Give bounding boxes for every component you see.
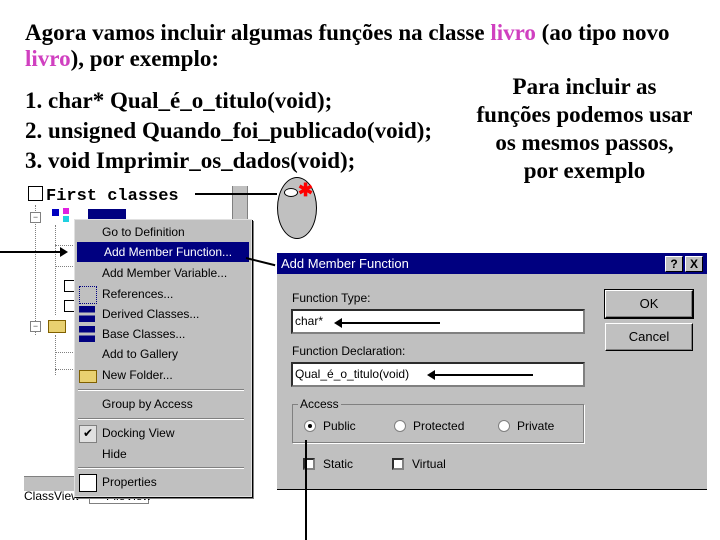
dialog-titlebar: Add Member Function ? X bbox=[277, 253, 707, 274]
menu-item-derived-classes[interactable]: Derived Classes... bbox=[75, 304, 247, 324]
base-classes-icon bbox=[79, 326, 95, 342]
menu-separator bbox=[78, 467, 244, 469]
menu-item-add-member-function[interactable]: Add Member Function... bbox=[77, 242, 249, 262]
menu-item-add-to-gallery[interactable]: Add to Gallery bbox=[75, 344, 247, 364]
new-folder-icon bbox=[79, 370, 97, 383]
tree-line bbox=[55, 245, 73, 246]
heading-text: ), por exemplo: bbox=[70, 46, 219, 71]
tree-root[interactable]: First classes bbox=[28, 186, 179, 206]
click-star-icon: ✱ bbox=[298, 180, 314, 200]
menu-item-properties[interactable]: Properties bbox=[75, 472, 247, 492]
static-label[interactable]: Static bbox=[323, 457, 353, 471]
radio-public-label[interactable]: Public bbox=[323, 419, 356, 433]
dialog-title: Add Member Function bbox=[281, 256, 409, 271]
function-item: 1. char* Qual_é_o_titulo(void); bbox=[25, 88, 333, 113]
menu-item-add-member-variable[interactable]: Add Member Variable... bbox=[75, 263, 247, 283]
class-icon bbox=[52, 209, 59, 216]
mouse-button-icon bbox=[284, 188, 298, 197]
cancel-button[interactable]: Cancel bbox=[605, 323, 693, 351]
menu-item-group-by-access[interactable]: Group by Access bbox=[75, 394, 247, 414]
access-group-label: Access bbox=[298, 397, 341, 411]
references-icon bbox=[79, 286, 97, 304]
class-icon bbox=[63, 216, 69, 222]
workspace-icon bbox=[28, 186, 43, 201]
context-menu: Go to Definition Add Member Function... … bbox=[74, 219, 252, 497]
menu-item-new-folder[interactable]: New Folder... bbox=[75, 365, 247, 385]
menu-separator bbox=[78, 389, 244, 391]
annotation-arrow bbox=[340, 322, 440, 324]
annotation-arrow bbox=[305, 440, 307, 540]
folder-icon bbox=[48, 320, 66, 333]
radio-private[interactable] bbox=[498, 420, 510, 432]
annotation-arrow bbox=[433, 374, 533, 376]
class-icon bbox=[63, 208, 69, 214]
tree-line bbox=[55, 225, 56, 315]
arrow-head-icon bbox=[60, 247, 68, 257]
collapse-icon[interactable]: − bbox=[30, 212, 41, 223]
ok-button[interactable]: OK bbox=[604, 289, 694, 319]
checkmark-icon: ✔ bbox=[79, 425, 97, 443]
menu-separator bbox=[78, 418, 244, 420]
function-type-label: Function Type: bbox=[292, 291, 371, 305]
virtual-checkbox[interactable] bbox=[392, 458, 404, 470]
annotation-arrow bbox=[195, 193, 277, 195]
menu-item-references[interactable]: References... bbox=[75, 284, 247, 304]
tree-line bbox=[55, 369, 73, 370]
slide-heading: Agora vamos incluir algumas funções na c… bbox=[25, 20, 715, 72]
radio-private-label[interactable]: Private bbox=[517, 419, 554, 433]
arrow-head-icon bbox=[427, 370, 435, 380]
help-button[interactable]: ? bbox=[665, 256, 683, 272]
heading-text: Agora vamos incluir algumas funções na c… bbox=[25, 20, 491, 45]
radio-protected[interactable] bbox=[394, 420, 406, 432]
tab-classview[interactable]: ClassView bbox=[24, 489, 80, 503]
menu-item-docking-view[interactable]: ✔ Docking View bbox=[75, 423, 247, 443]
side-note-line: funções podemos usar bbox=[476, 102, 693, 127]
annotation-arrow bbox=[0, 251, 62, 253]
close-button[interactable]: X bbox=[685, 256, 703, 272]
properties-icon bbox=[79, 474, 97, 492]
menu-item-go-to-definition[interactable]: Go to Definition bbox=[75, 222, 247, 242]
class-name-highlight: livro bbox=[25, 46, 71, 71]
function-declaration-label: Function Declaration: bbox=[292, 344, 406, 358]
tree-line bbox=[55, 352, 73, 353]
radio-protected-label[interactable]: Protected bbox=[413, 419, 464, 433]
menu-item-hide[interactable]: Hide bbox=[75, 444, 247, 464]
virtual-label[interactable]: Virtual bbox=[412, 457, 446, 471]
tree-line bbox=[35, 205, 36, 335]
class-name-highlight: livro bbox=[490, 20, 536, 45]
function-item: 2. unsigned Quando_foi_publicado(void); bbox=[25, 118, 433, 143]
menu-item-base-classes[interactable]: Base Classes... bbox=[75, 324, 247, 344]
tree-line bbox=[55, 266, 73, 267]
function-list: 1. char* Qual_é_o_titulo(void); 2. unsig… bbox=[25, 86, 432, 176]
radio-public[interactable] bbox=[304, 420, 316, 432]
arrow-head-icon bbox=[334, 318, 342, 328]
function-item: 3. void Imprimir_os_dados(void); bbox=[25, 148, 356, 173]
side-note: Para incluir as funções podemos usar os … bbox=[462, 73, 707, 185]
side-note-line: os mesmos passos, bbox=[495, 130, 674, 155]
derived-classes-icon bbox=[79, 306, 95, 322]
side-note-line: por exemplo bbox=[523, 158, 646, 183]
collapse-icon[interactable]: − bbox=[30, 321, 41, 332]
heading-text: (ao tipo novo bbox=[535, 20, 670, 45]
side-note-line: Para incluir as bbox=[512, 74, 657, 99]
